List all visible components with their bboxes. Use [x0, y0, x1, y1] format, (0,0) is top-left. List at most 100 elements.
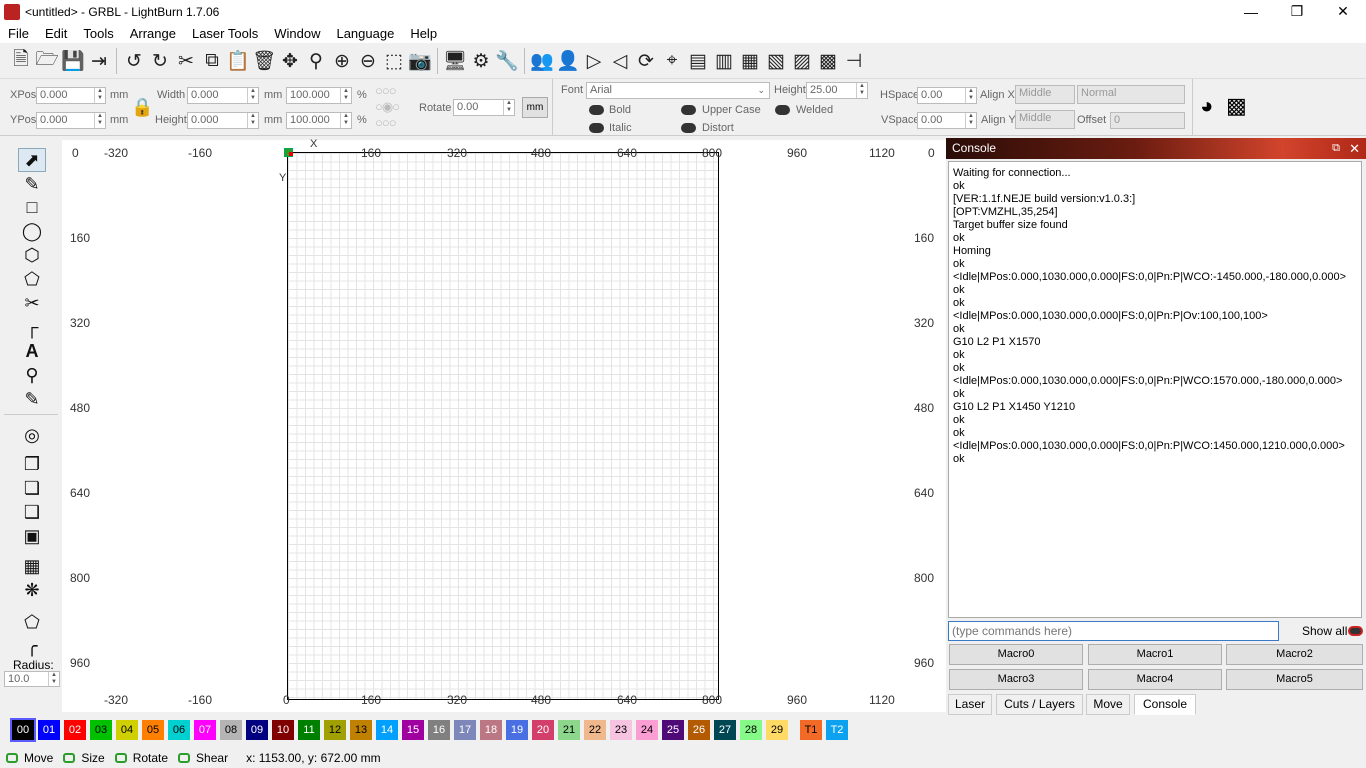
bold-toggle[interactable] [589, 105, 604, 115]
layer-swatch-28[interactable]: 28 [740, 720, 762, 740]
offset-field[interactable]: 0 [1110, 112, 1185, 129]
grid-array-icon[interactable]: ▦ [18, 554, 46, 578]
layer-swatch-11[interactable]: 11 [298, 720, 320, 740]
layer-swatch-13[interactable]: 13 [350, 720, 372, 740]
select-tool-icon[interactable]: ⬈ [18, 148, 46, 172]
layer-swatch-19[interactable]: 19 [506, 720, 528, 740]
minimize-icon[interactable]: — [1228, 0, 1274, 23]
xpos-field[interactable]: 0.000 ▲ ▼ [36, 87, 106, 104]
layer-swatch-18[interactable]: 18 [480, 720, 502, 740]
rotate-toggle[interactable]: Rotate [114, 751, 168, 765]
italic-toggle[interactable] [589, 123, 604, 133]
size-toggle[interactable]: Size [63, 751, 105, 765]
menu-tools[interactable]: Tools [75, 26, 121, 41]
tab-laser[interactable]: Laser [948, 694, 992, 715]
mirror-h-icon[interactable]: ▷ [581, 47, 607, 75]
units-toggle-button[interactable]: mm [522, 97, 548, 118]
ypos-field[interactable]: 0.000 ▲ ▼ [36, 112, 106, 129]
redo-icon[interactable]: ↻ [147, 47, 173, 75]
cut-icon[interactable]: ✂ [173, 47, 199, 75]
new-file-icon[interactable]: 🗎 [8, 47, 34, 75]
menu-language[interactable]: Language [328, 26, 402, 41]
ungroup-icon[interactable]: 👤 [555, 47, 581, 75]
edit-nodes-icon[interactable]: ✂ [18, 291, 46, 315]
align-y-select[interactable]: Middle [1015, 110, 1075, 129]
menu-window[interactable]: Window [266, 26, 328, 41]
layer-swatch-12[interactable]: 12 [324, 720, 346, 740]
tools-icon[interactable]: 🔧 [494, 47, 520, 75]
font-height-field[interactable]: 25.00 ▲ ▼ [806, 82, 868, 99]
menu-laser-tools[interactable]: Laser Tools [184, 26, 266, 41]
height-field[interactable]: 0.000 ▲ ▼ [187, 112, 259, 129]
delete-icon[interactable]: 🗑 [251, 47, 277, 75]
boolean-intersect-icon[interactable]: ▣ [18, 524, 46, 548]
fillet-icon[interactable]: ╭ [18, 634, 46, 658]
tabs-tool-icon[interactable]: ┌ [18, 315, 46, 339]
macro4-button[interactable]: Macro4 [1088, 669, 1222, 690]
camera-icon[interactable]: 📷 [407, 47, 433, 75]
zoom-fit-icon[interactable]: ⚲ [303, 47, 329, 75]
layer-swatch-16[interactable]: 16 [428, 720, 450, 740]
layer-swatch-25[interactable]: 25 [662, 720, 684, 740]
design-canvas[interactable]: X Y 0 -320 -160 160 320 480 640 800 960 … [62, 138, 946, 712]
polygon-shape-icon[interactable]: ⬠ [18, 267, 46, 291]
layer-swatch-10[interactable]: 10 [272, 720, 294, 740]
laser-head-icon[interactable]: ▩ [1226, 93, 1247, 119]
tab-move[interactable]: Move [1086, 694, 1130, 715]
layer-swatch-17[interactable]: 17 [454, 720, 476, 740]
zoom-out-icon[interactable]: ⊖ [355, 47, 381, 75]
weld-shapes-icon[interactable]: ❐ [18, 452, 46, 476]
paste-icon[interactable]: 📋 [225, 47, 251, 75]
import-icon[interactable]: ⇥ [86, 47, 112, 75]
close-panel-icon[interactable]: ✕ [1349, 138, 1360, 159]
layer-swatch-20[interactable]: 20 [532, 720, 554, 740]
upper-case-toggle[interactable] [681, 105, 696, 115]
align-bottom-icon[interactable]: ▧ [763, 47, 789, 75]
close-icon[interactable]: ✕ [1320, 0, 1366, 23]
layer-swatch-15[interactable]: 15 [402, 720, 424, 740]
tab-cuts-layers[interactable]: Cuts / Layers [996, 694, 1083, 715]
align-left-icon[interactable]: ▤ [685, 47, 711, 75]
layer-swatch-06[interactable]: 06 [168, 720, 190, 740]
vspace-field[interactable]: 0.00 ▲ ▼ [917, 112, 977, 129]
align-top-icon[interactable]: ▦ [737, 47, 763, 75]
move-toggle[interactable]: Move [6, 751, 53, 765]
welded-toggle[interactable] [775, 105, 790, 115]
move-icon[interactable]: ✥ [277, 47, 303, 75]
distribute-h-icon[interactable]: ▨ [789, 47, 815, 75]
menu-edit[interactable]: Edit [37, 26, 75, 41]
text-tool-icon[interactable]: A [18, 339, 46, 363]
layer-swatch-03[interactable]: 03 [90, 720, 112, 740]
macro5-button[interactable]: Macro5 [1226, 669, 1363, 690]
align-right-icon[interactable]: ▥ [711, 47, 737, 75]
move-together-icon[interactable]: ⊣ [841, 47, 867, 75]
menu-help[interactable]: Help [402, 26, 445, 41]
layer-swatch-27[interactable]: 27 [714, 720, 736, 740]
target-icon[interactable]: ⌖ [659, 47, 685, 75]
polygon-tool-icon[interactable]: ⬡ [18, 243, 46, 267]
offset-shapes-icon[interactable]: ◎ [18, 423, 46, 447]
settings-icon[interactable]: ⚙ [468, 47, 494, 75]
show-all-toggle[interactable] [1348, 626, 1363, 636]
layer-swatch-29[interactable]: 29 [766, 720, 788, 740]
float-panel-icon[interactable]: ⧉ [1332, 138, 1340, 159]
width-field[interactable]: 0.000 ▲ ▼ [187, 87, 259, 104]
layer-swatch-07[interactable]: 07 [194, 720, 216, 740]
distort-toggle[interactable] [681, 123, 696, 133]
macro1-button[interactable]: Macro1 [1088, 644, 1222, 665]
zoom-in-icon[interactable]: ⊕ [329, 47, 355, 75]
anchor-grid[interactable]: ○○○ ○◉○ ○○○ [375, 83, 417, 131]
boolean-union-icon[interactable]: ❏ [18, 476, 46, 500]
frame-icon[interactable]: 🖥 [442, 47, 468, 75]
boolean-subtract-icon[interactable]: ❑ [18, 500, 46, 524]
command-input[interactable]: (type commands here) [948, 621, 1279, 641]
circular-array-icon[interactable]: ❋ [18, 578, 46, 602]
macro0-button[interactable]: Macro0 [949, 644, 1083, 665]
macro3-button[interactable]: Macro3 [949, 669, 1083, 690]
text-mode-select[interactable]: Normal [1077, 85, 1185, 104]
layer-swatch-T2[interactable]: T2 [826, 720, 848, 740]
position-laser-icon[interactable]: ⚲ [18, 363, 46, 387]
layer-swatch-23[interactable]: 23 [610, 720, 632, 740]
shear-toggle[interactable]: Shear [178, 751, 228, 765]
rotate-field[interactable]: 0.00 ▲ ▼ [453, 99, 515, 116]
